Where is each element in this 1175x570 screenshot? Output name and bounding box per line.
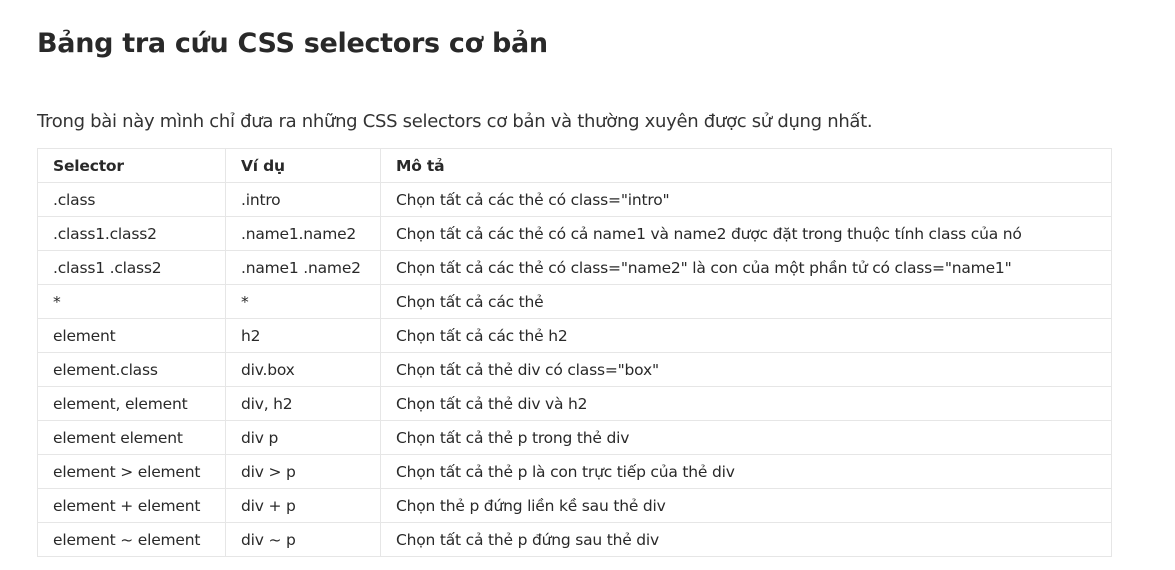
selector-cell: * — [37, 284, 226, 319]
header-example: Ví dụ — [225, 148, 381, 183]
selectors-table: Selector Ví dụ Mô tả .class .intro Chọn tấ… — [37, 148, 1112, 557]
example-cell: div > p — [225, 454, 381, 489]
header-description: Mô tả — [380, 148, 1112, 183]
example-cell: div p — [225, 420, 381, 455]
example-cell: div, h2 — [225, 386, 381, 421]
description-cell: Chọn tất cả thẻ p trong thẻ div — [380, 420, 1112, 455]
description-cell: Chọn tất cả các thẻ có class="name2" là … — [380, 250, 1112, 285]
description-cell: Chọn thẻ p đứng liền kề sau thẻ div — [380, 488, 1112, 523]
example-cell: .intro — [225, 182, 381, 217]
description-cell: Chọn tất cả thẻ div và h2 — [380, 386, 1112, 421]
header-selector: Selector — [37, 148, 226, 183]
table-row: .class .intro Chọn tất cả các thẻ có class… — [37, 182, 1112, 217]
table-row: element element div p Chọn tất cả thẻ p tr… — [37, 420, 1112, 455]
selector-cell: .class1 .class2 — [37, 250, 226, 285]
example-cell: div ~ p — [225, 522, 381, 557]
table-header-row: Selector Ví dụ Mô tả — [37, 148, 1112, 183]
table-row: element > element div > p Chọn tất cả thẻ … — [37, 454, 1112, 489]
description-cell: Chọn tất cả thẻ div có class="box" — [380, 352, 1112, 387]
example-cell: * — [225, 284, 381, 319]
selector-cell: element + element — [37, 488, 226, 523]
table-row: element, element div, h2 Chọn tất cả thẻ d… — [37, 386, 1112, 421]
selector-cell: element — [37, 318, 226, 353]
selector-cell: .class1.class2 — [37, 216, 226, 251]
page-title: Bảng tra cứu CSS selectors cơ bản — [37, 28, 548, 59]
selector-cell: element ~ element — [37, 522, 226, 557]
example-cell: div + p — [225, 488, 381, 523]
selector-cell: element, element — [37, 386, 226, 421]
example-cell: .name1 .name2 — [225, 250, 381, 285]
table-row: .class1.class2 .name1.name2 Chọn tất cả cá… — [37, 216, 1112, 251]
table-row: element ~ element div ~ p Chọn tất cả thẻ … — [37, 522, 1112, 557]
example-cell: .name1.name2 — [225, 216, 381, 251]
table-row: element.class div.box Chọn tất cả thẻ div … — [37, 352, 1112, 387]
description-cell: Chọn tất cả các thẻ có class="intro" — [380, 182, 1112, 217]
table-row: .class1 .class2 .name1 .name2 Chọn tất cả … — [37, 250, 1112, 285]
description-cell: Chọn tất cả các thẻ — [380, 284, 1112, 319]
table-row: element + element div + p Chọn thẻ p đứng … — [37, 488, 1112, 523]
selector-cell: .class — [37, 182, 226, 217]
selector-cell: element > element — [37, 454, 226, 489]
selector-cell: element.class — [37, 352, 226, 387]
example-cell: h2 — [225, 318, 381, 353]
description-cell: Chọn tất cả các thẻ có cả name1 và name2… — [380, 216, 1112, 251]
example-cell: div.box — [225, 352, 381, 387]
description-cell: Chọn tất cả các thẻ h2 — [380, 318, 1112, 353]
description-cell: Chọn tất cả thẻ p là con trực tiếp của t… — [380, 454, 1112, 489]
selector-cell: element element — [37, 420, 226, 455]
table-row: * * Chọn tất cả các thẻ — [37, 284, 1112, 319]
table-row: element h2 Chọn tất cả các thẻ h2 — [37, 318, 1112, 353]
intro-paragraph: Trong bài này mình chỉ đưa ra những CSS … — [37, 111, 873, 132]
description-cell: Chọn tất cả thẻ p đứng sau thẻ div — [380, 522, 1112, 557]
